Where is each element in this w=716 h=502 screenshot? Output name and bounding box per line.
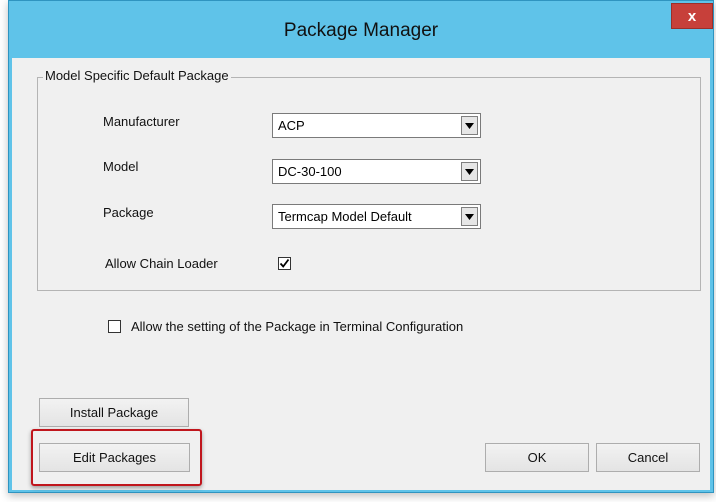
highlight-annotation bbox=[31, 429, 202, 486]
model-value: DC-30-100 bbox=[278, 164, 342, 179]
cancel-label: Cancel bbox=[627, 450, 669, 465]
package-label: Package bbox=[103, 205, 154, 220]
package-manager-window: Package Manager x Model Specific Default… bbox=[8, 0, 714, 493]
chevron-down-icon[interactable] bbox=[461, 207, 478, 226]
model-select[interactable]: DC-30-100 bbox=[272, 159, 481, 184]
manufacturer-value: ACP bbox=[278, 118, 305, 133]
allow-chain-loader-label: Allow Chain Loader bbox=[105, 256, 218, 271]
title-bar[interactable]: Package Manager x bbox=[9, 1, 713, 66]
allow-chain-loader-checkbox[interactable] bbox=[278, 257, 291, 270]
package-select[interactable]: Termcap Model Default bbox=[272, 204, 481, 229]
chevron-down-icon[interactable] bbox=[461, 116, 478, 135]
ok-button[interactable]: OK bbox=[485, 443, 589, 472]
cancel-button[interactable]: Cancel bbox=[596, 443, 700, 472]
ok-label: OK bbox=[527, 450, 547, 465]
allow-terminal-config-label: Allow the setting of the Package in Term… bbox=[131, 319, 464, 334]
install-package-button[interactable]: Install Package bbox=[39, 398, 189, 427]
install-package-label: Install Package bbox=[69, 405, 159, 420]
manufacturer-label: Manufacturer bbox=[103, 114, 180, 129]
allow-terminal-config-checkbox[interactable] bbox=[108, 320, 121, 333]
window-title: Package Manager bbox=[283, 20, 439, 41]
dialog-body: Model Specific Default Package Manufactu… bbox=[12, 58, 710, 490]
group-legend: Model Specific Default Package bbox=[43, 68, 231, 83]
close-button[interactable]: x bbox=[671, 3, 713, 29]
package-value: Termcap Model Default bbox=[278, 209, 412, 224]
close-icon: x bbox=[687, 7, 697, 25]
model-specific-default-package-group: Model Specific Default Package Manufactu… bbox=[37, 68, 701, 291]
manufacturer-select[interactable]: ACP bbox=[272, 113, 481, 138]
model-label: Model bbox=[103, 159, 139, 174]
chevron-down-icon[interactable] bbox=[461, 162, 478, 181]
checkmark-icon bbox=[279, 258, 290, 268]
